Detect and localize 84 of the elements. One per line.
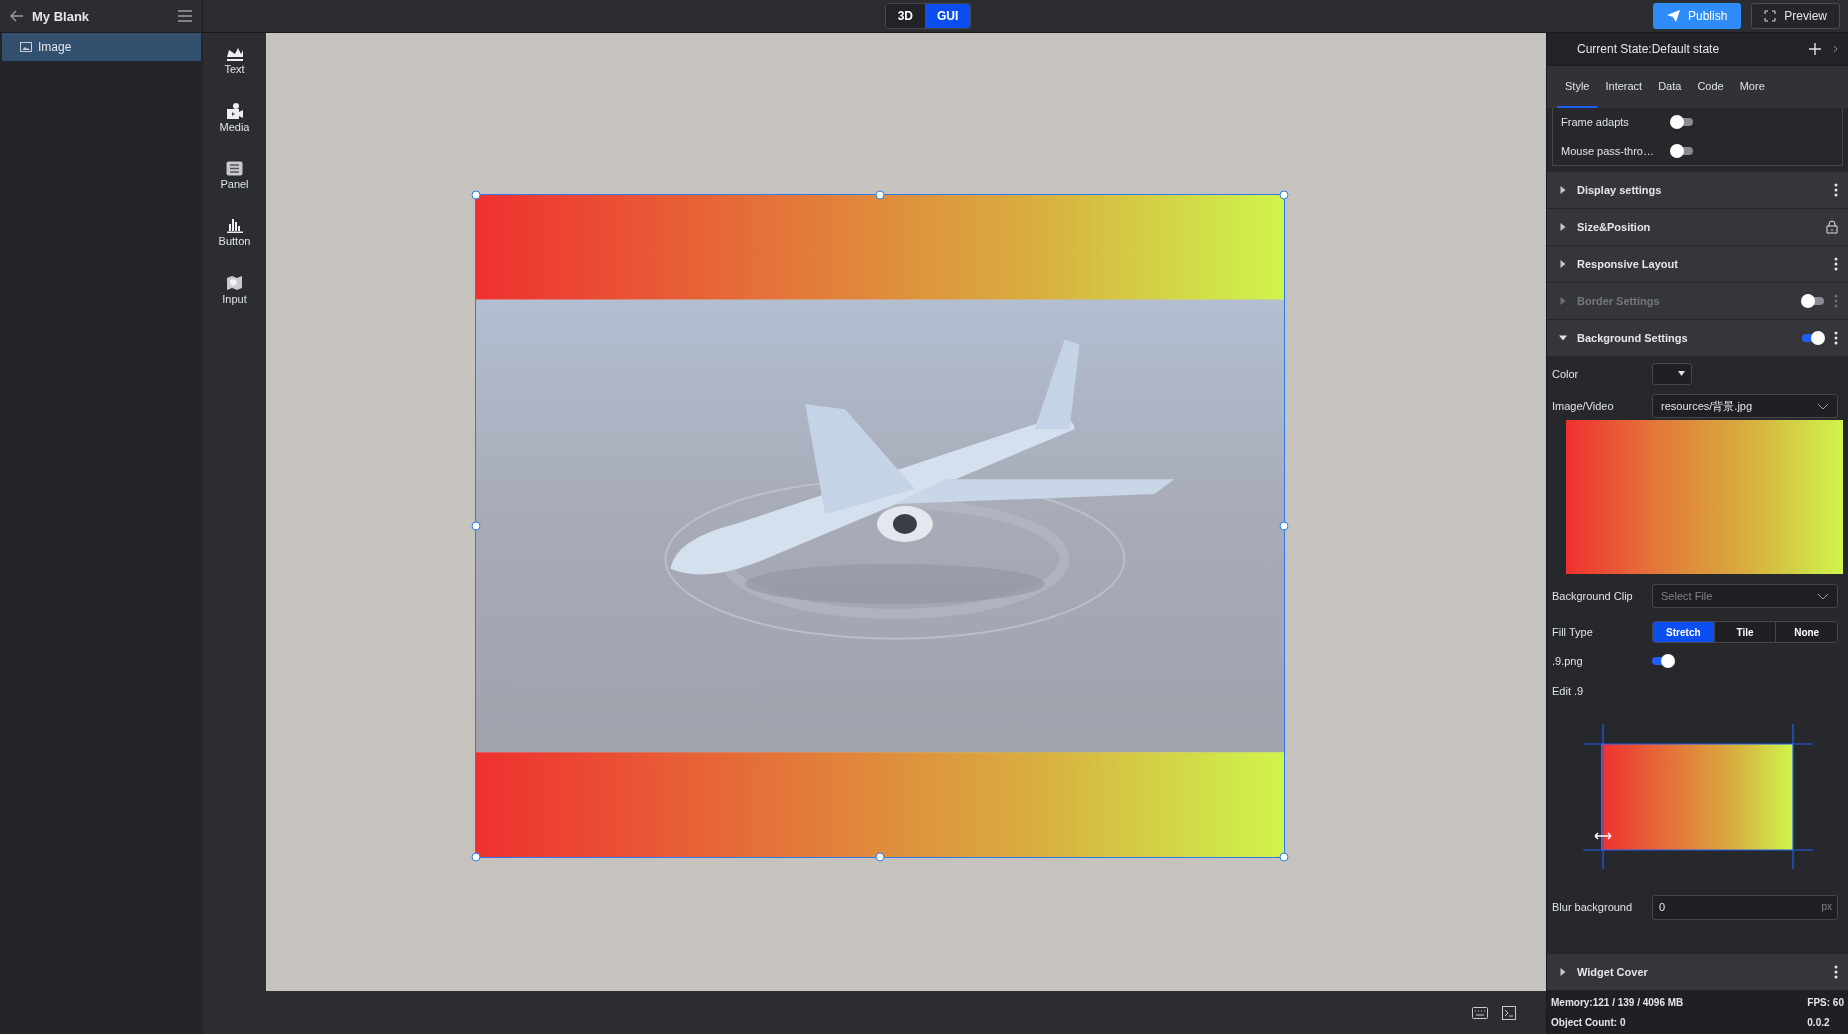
inspector-tab[interactable]: Interact	[1597, 66, 1651, 108]
settings-section-header[interactable]: Size&Position	[1547, 208, 1848, 245]
more-icon[interactable]	[1834, 965, 1838, 979]
preview-button[interactable]: Preview	[1751, 3, 1840, 29]
map-icon	[226, 275, 243, 291]
version-label: 0.0.2	[1807, 1016, 1831, 1028]
image-icon	[20, 42, 32, 52]
more-icon[interactable]	[1834, 257, 1838, 271]
fps-stat: FPS: 60	[1807, 996, 1844, 1008]
back-button[interactable]	[10, 10, 24, 22]
chevron-down-icon	[1817, 592, 1829, 600]
toggle-switch[interactable]	[1802, 334, 1824, 342]
mode-tab[interactable]: GUI	[924, 4, 971, 28]
settings-section-header[interactable]: Widget Cover	[1547, 953, 1848, 990]
caret-right-icon	[1559, 223, 1567, 231]
chevron-right-icon[interactable]	[1833, 45, 1838, 53]
widget-tool[interactable]: Media	[209, 103, 260, 133]
bar-chart-icon	[226, 218, 243, 233]
toggle-switch[interactable]	[1671, 146, 1693, 155]
caret-right-icon	[1559, 186, 1567, 194]
layer-item[interactable]: Image	[2, 33, 201, 61]
field-label: .9.png	[1552, 655, 1584, 667]
resize-handle[interactable]	[1279, 521, 1289, 531]
field-label: Color	[1552, 368, 1580, 380]
inspector-tab[interactable]: More	[1731, 66, 1773, 108]
caret-right-icon	[1559, 297, 1567, 305]
settings-section-header[interactable]: Display settings	[1547, 171, 1848, 208]
mode-tab[interactable]: 3D	[885, 4, 925, 28]
resize-handle[interactable]	[471, 190, 481, 200]
toggle-label: Mouse pass-thro…	[1561, 144, 1655, 157]
menu-icon	[178, 10, 192, 22]
current-state-title: Current State:Default state	[1577, 42, 1721, 56]
widget-tool[interactable]: Button	[209, 218, 260, 247]
image-select[interactable]: resources/背景.jpg	[1652, 394, 1838, 418]
resize-handle[interactable]	[471, 852, 481, 862]
toggle-label: Frame adapts	[1561, 116, 1630, 129]
settings-section-header[interactable]: Background Settings	[1547, 319, 1848, 356]
terminal-icon[interactable]	[1502, 1005, 1516, 1020]
video-camera-icon	[225, 103, 244, 119]
resize-handle[interactable]	[1279, 190, 1289, 200]
nine-patch-editor-drawing[interactable]	[1582, 723, 1813, 869]
settings-section-header[interactable]: Responsive Layout	[1547, 245, 1848, 282]
clip-select[interactable]: Select File	[1652, 584, 1838, 608]
inspector-tab[interactable]: Data	[1650, 66, 1690, 108]
paper-plane-icon	[1666, 10, 1680, 22]
menu-button[interactable]	[178, 10, 192, 22]
crown-icon	[225, 47, 244, 61]
field-label: Fill Type	[1552, 626, 1594, 638]
toggle-switch[interactable]	[1652, 657, 1674, 665]
field-label: Image/Video	[1552, 400, 1615, 412]
resize-handle[interactable]	[1279, 852, 1289, 862]
field-label: Background Clip	[1552, 590, 1634, 602]
widget-tool[interactable]: Input	[209, 275, 260, 305]
keyboard-icon[interactable]	[1472, 1006, 1488, 1019]
field-label: Blur background	[1552, 901, 1634, 913]
fill-type-option[interactable]: None	[1775, 622, 1837, 642]
caret-icon	[1678, 370, 1685, 378]
caret-down-icon	[1559, 334, 1567, 342]
more-icon[interactable]	[1834, 331, 1838, 345]
fill-type-option[interactable]: Stretch	[1653, 622, 1714, 642]
resize-handle[interactable]	[471, 521, 481, 531]
fill-type-option[interactable]: Tile	[1713, 622, 1776, 642]
plus-icon[interactable]	[1809, 43, 1821, 55]
color-picker[interactable]	[1652, 363, 1692, 385]
memory-stat: Memory:121 / 139 / 4096 MB	[1551, 996, 1685, 1008]
inspector-tab[interactable]: Code	[1689, 66, 1732, 108]
list-panel-icon	[226, 161, 243, 176]
more-icon[interactable]	[1834, 183, 1838, 197]
unit-label: px	[1821, 900, 1832, 912]
widget-tool[interactable]: Text	[209, 47, 260, 75]
lock-icon[interactable]	[1826, 220, 1838, 234]
project-title: My Blank	[32, 8, 91, 24]
caret-right-icon	[1559, 968, 1567, 976]
resize-handle[interactable]	[875, 190, 885, 200]
inspector-tab[interactable]: Style	[1557, 66, 1598, 108]
toggle-switch[interactable]	[1671, 118, 1693, 127]
back-arrow-icon	[10, 10, 24, 22]
resize-handle[interactable]	[875, 852, 885, 862]
widget-tool[interactable]: Panel	[209, 161, 260, 190]
fullscreen-icon	[1764, 10, 1777, 22]
field-label: Edit .9	[1552, 685, 1585, 697]
chevron-down-icon	[1817, 402, 1829, 410]
caret-right-icon	[1559, 260, 1567, 268]
object-count: Object Count: 0	[1551, 1016, 1627, 1028]
